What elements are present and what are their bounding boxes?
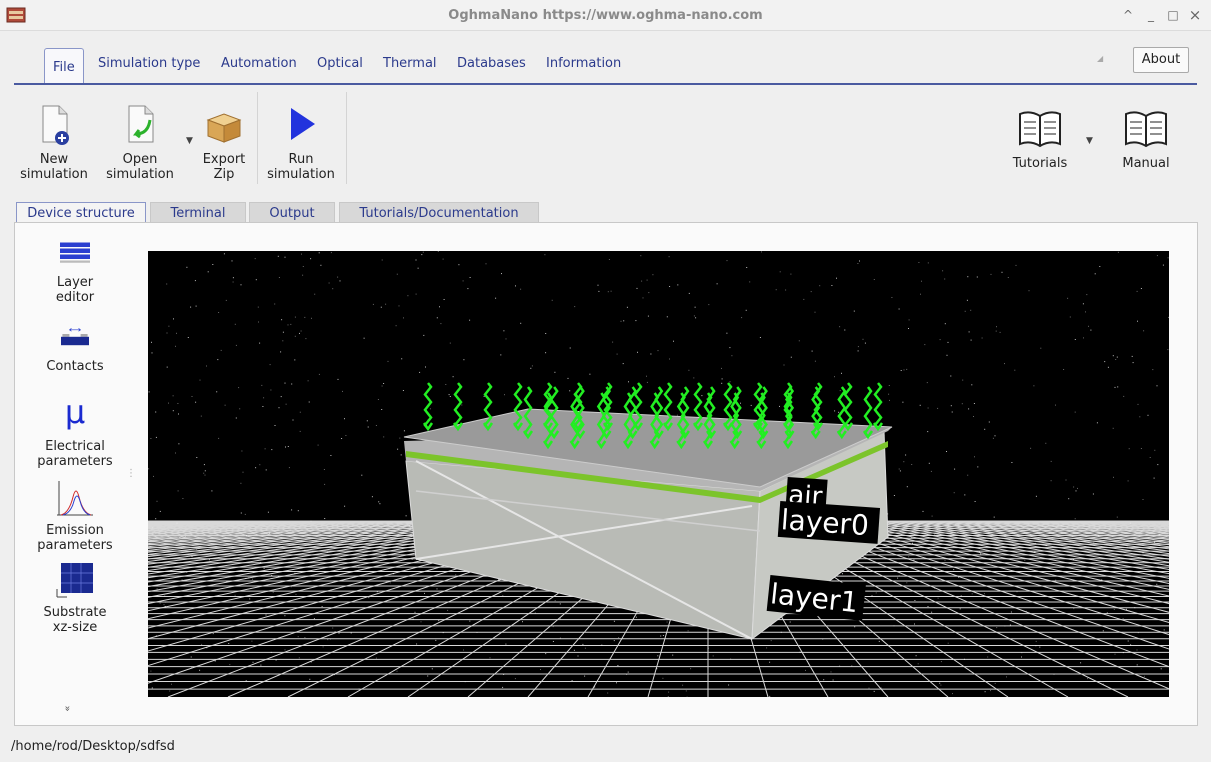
sidebar-item-label: Layer editor (55, 275, 95, 305)
sidebar-item-layer-editor[interactable]: Layer editor (15, 241, 135, 305)
tab-simulation-type[interactable]: Simulation type (98, 48, 200, 84)
export-zip-label: Export Zip (202, 152, 246, 182)
manual-button[interactable]: Manual (1118, 92, 1174, 171)
toolbar-separator (346, 92, 347, 184)
tutorials-button[interactable]: Tutorials (1008, 92, 1072, 171)
tab-output[interactable]: Output (249, 202, 335, 223)
sidebar: Layer editor Contacts μ Electrical param… (15, 223, 133, 723)
tab-file[interactable]: File (44, 48, 84, 83)
toolbar-separator (257, 92, 258, 184)
new-simulation-button[interactable]: New simulation (18, 92, 90, 182)
chevron-down-icon[interactable]: ▼ (1086, 136, 1093, 146)
sidebar-item-substrate-xz-size[interactable]: Substrate xz-size (15, 561, 135, 635)
emission-icon (57, 481, 93, 516)
tab-databases[interactable]: Databases (457, 48, 526, 84)
run-simulation-button[interactable]: Run simulation (264, 92, 338, 182)
tab-optical[interactable]: Optical (317, 48, 363, 84)
layer-editor-icon (60, 242, 90, 263)
about-button[interactable]: About (1133, 47, 1189, 73)
contacts-icon (61, 328, 89, 346)
sidebar-item-label: Contacts (46, 359, 104, 374)
new-simulation-label: New simulation (20, 152, 88, 182)
chevron-up-icon[interactable]: ^ (1120, 7, 1136, 23)
close-icon[interactable]: × (1187, 7, 1203, 23)
tab-thermal[interactable]: Thermal (383, 48, 437, 84)
sidebar-item-emission-parameters[interactable]: Emission parameters (15, 479, 135, 553)
open-simulation-label: Open simulation (106, 152, 174, 182)
book-icon (1125, 111, 1167, 148)
play-icon (291, 108, 315, 140)
sidebar-item-label: Substrate xz-size (43, 605, 107, 635)
panel-splitter-handle[interactable]: ⋮ (126, 468, 136, 479)
manual-label: Manual (1122, 156, 1170, 171)
title-bar: OghmaNano https://www.oghma-nano.com ^ _… (0, 0, 1211, 31)
device-3d-scene: air layer0 layer1 (148, 251, 1169, 697)
tab-terminal[interactable]: Terminal (150, 202, 246, 223)
status-path: /home/rod/Desktop/sdfsd (11, 739, 175, 754)
export-zip-button[interactable]: Export Zip (196, 92, 252, 182)
label-layer0: layer0 (780, 503, 870, 542)
minimize-icon[interactable]: _ (1143, 7, 1159, 23)
tab-tutorials-documentation[interactable]: Tutorials/Documentation (339, 202, 539, 223)
maximize-icon[interactable]: □ (1165, 7, 1181, 23)
toolbar: New simulation Open simulation ▼ Export … (14, 92, 1197, 188)
device-structure-panel: Layer editor Contacts μ Electrical param… (14, 222, 1198, 726)
chevron-down-icon[interactable]: ▼ (186, 136, 193, 146)
sidebar-item-label: Electrical parameters (37, 439, 113, 469)
tab-information[interactable]: Information (546, 48, 621, 84)
sidebar-item-electrical-parameters[interactable]: μ Electrical parameters (15, 395, 135, 469)
mu-icon: μ (64, 393, 86, 431)
resize-grip-icon: ◢ (1097, 54, 1104, 63)
new-document-icon (42, 105, 69, 145)
window-title: OghmaNano https://www.oghma-nano.com (448, 8, 763, 23)
ribbon-divider (14, 83, 1197, 85)
device-3d-viewport[interactable]: air layer0 layer1 (148, 251, 1169, 697)
box-icon (206, 113, 242, 143)
open-simulation-button[interactable]: Open simulation (100, 92, 180, 182)
tab-automation[interactable]: Automation (221, 48, 297, 84)
open-document-icon (128, 105, 154, 143)
sidebar-item-contacts[interactable]: Contacts (15, 327, 135, 374)
ribbon-tabs: File Simulation type Automation Optical … (14, 48, 1197, 85)
run-simulation-label: Run simulation (267, 152, 335, 182)
substrate-icon (56, 563, 93, 598)
chevron-double-down-icon[interactable]: » (62, 705, 73, 711)
status-bar: /home/rod/Desktop/sdfsd (0, 736, 1211, 762)
sidebar-item-label: Emission parameters (37, 523, 113, 553)
tutorials-label: Tutorials (1012, 156, 1068, 171)
book-icon (1019, 111, 1061, 148)
tab-device-structure[interactable]: Device structure (16, 202, 146, 224)
